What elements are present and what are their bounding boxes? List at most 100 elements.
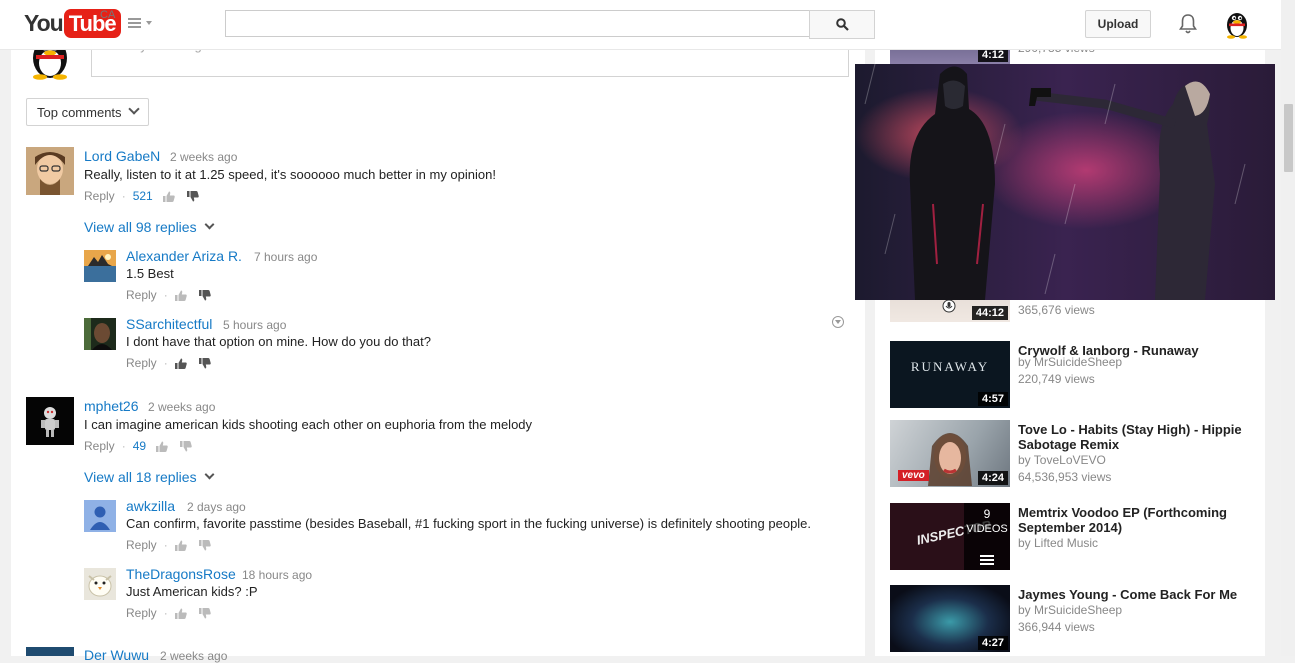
comment-time[interactable]: 18 hours ago bbox=[242, 568, 312, 582]
account-avatar-icon[interactable] bbox=[1224, 9, 1250, 39]
thumbs-down-icon[interactable] bbox=[198, 357, 211, 369]
video-views: 365,676 views bbox=[1018, 303, 1095, 317]
video-channel[interactable]: by ToveLoVEVO bbox=[1018, 453, 1106, 467]
comment-text: I can imagine american kids shooting eac… bbox=[84, 417, 533, 432]
comment-author[interactable]: SSarchitectful bbox=[126, 316, 212, 332]
chevron-down-icon bbox=[204, 219, 215, 229]
avatar[interactable] bbox=[84, 250, 116, 282]
video-thumbnail: 4:27 bbox=[890, 585, 1010, 652]
comment-author[interactable]: Alexander Ariza R. bbox=[126, 248, 242, 264]
comment-menu-icon[interactable] bbox=[832, 316, 844, 328]
thumbs-down-icon[interactable] bbox=[198, 607, 211, 619]
masthead: You Tube CA Upload bbox=[0, 0, 1281, 50]
video-duration: 44:12 bbox=[971, 306, 1008, 320]
avatar[interactable] bbox=[84, 568, 116, 600]
thumbs-up-icon[interactable] bbox=[174, 290, 187, 301]
logo-you-text: You bbox=[24, 10, 64, 36]
comment-text: I dont have that option on mine. How do … bbox=[126, 334, 431, 349]
thumbnail-text: RUNAWAY bbox=[910, 359, 990, 374]
reply-button[interactable]: Reply bbox=[84, 439, 115, 453]
view-all-replies-link[interactable]: View all 98 replies bbox=[84, 219, 215, 235]
comment-text: Just American kids? :P bbox=[126, 584, 258, 599]
view-all-replies-link[interactable]: View all 18 replies bbox=[84, 469, 215, 485]
video-views: 64,536,953 views bbox=[1018, 470, 1112, 484]
reply-button[interactable]: Reply bbox=[126, 538, 157, 552]
related-playlist-item[interactable]: INSPECTOR 9 VIDEOS Memtrix Voodoo EP (Fo… bbox=[890, 503, 1265, 573]
comment-author[interactable]: Der Wuwu bbox=[84, 647, 149, 663]
comment-text: 1.5 Best bbox=[126, 266, 174, 281]
mini-player-video[interactable] bbox=[855, 64, 1275, 300]
video-thumbnail: RUNAWAY 4:57 bbox=[890, 341, 1010, 408]
video-views: 220,749 views bbox=[1018, 372, 1095, 386]
like-count: 521 bbox=[132, 189, 153, 203]
comment-author[interactable]: awkzilla bbox=[126, 498, 175, 514]
video-title[interactable]: Jaymes Young - Come Back For Me bbox=[1018, 587, 1258, 602]
avatar[interactable] bbox=[84, 318, 116, 350]
video-views: 366,944 views bbox=[1018, 620, 1095, 634]
related-video-item[interactable]: 4:27 Jaymes Young - Come Back For Me by … bbox=[890, 585, 1265, 655]
avatar[interactable] bbox=[26, 397, 74, 445]
comment-time[interactable]: 7 hours ago bbox=[254, 250, 317, 264]
video-title[interactable]: Tove Lo - Habits (Stay High) - Hippie Sa… bbox=[1018, 422, 1258, 452]
comment-author[interactable]: TheDragonsRose bbox=[126, 566, 236, 582]
thumbs-up-icon[interactable] bbox=[174, 608, 187, 619]
reply-button[interactable]: Reply bbox=[126, 356, 157, 370]
comment-text: Can confirm, favorite passtime (besides … bbox=[126, 516, 812, 531]
related-video-item[interactable]: vevo 4:24 Tove Lo - Habits (Stay High) -… bbox=[890, 420, 1265, 490]
playlist-count: 9 bbox=[983, 507, 991, 521]
thumbs-down-icon[interactable] bbox=[198, 289, 211, 301]
page-scrollbar[interactable] bbox=[1281, 0, 1295, 656]
comment-text: Really, listen to it at 1.25 speed, it's… bbox=[84, 167, 496, 182]
thumbs-down-icon[interactable] bbox=[198, 539, 211, 551]
sort-label: Top comments bbox=[37, 104, 122, 120]
like-count: 49 bbox=[132, 439, 147, 453]
comment-time[interactable]: 5 hours ago bbox=[223, 318, 286, 332]
search-input[interactable] bbox=[225, 10, 809, 37]
view-replies-label: View all 98 replies bbox=[84, 219, 197, 235]
thumbs-up-icon[interactable] bbox=[174, 540, 187, 551]
comment-time[interactable]: 2 days ago bbox=[187, 500, 246, 514]
video-frame-image bbox=[855, 64, 1275, 300]
avatar[interactable] bbox=[84, 500, 116, 532]
microphone-icon bbox=[942, 299, 956, 313]
video-channel[interactable]: by MrSuicideSheep bbox=[1018, 603, 1122, 617]
avatar[interactable] bbox=[26, 647, 74, 656]
comment-time[interactable]: 2 weeks ago bbox=[170, 150, 237, 164]
reply-button[interactable]: Reply bbox=[84, 189, 115, 203]
notifications-bell-icon[interactable] bbox=[1178, 13, 1198, 35]
video-title[interactable]: Memtrix Voodoo EP (Forthcoming September… bbox=[1018, 505, 1258, 535]
scrollbar-thumb[interactable] bbox=[1284, 104, 1293, 172]
playlist-overlay: 9 VIDEOS bbox=[964, 503, 1010, 570]
chevron-down-icon bbox=[204, 469, 215, 479]
related-video-item[interactable]: RUNAWAY 4:57 Crywolf & Ianborg - Runaway… bbox=[890, 341, 1265, 411]
video-duration: 4:27 bbox=[977, 636, 1008, 650]
video-duration: 4:24 bbox=[977, 471, 1008, 485]
thumbs-up-icon[interactable] bbox=[156, 441, 168, 452]
comment-time[interactable]: 2 weeks ago bbox=[148, 400, 215, 414]
thumbs-up-icon[interactable] bbox=[174, 358, 187, 369]
comment-author[interactable]: mphet26 bbox=[84, 398, 138, 414]
comment-actions: Reply · bbox=[126, 288, 223, 302]
thumbs-down-icon[interactable] bbox=[186, 190, 199, 202]
video-channel[interactable]: by MrSuicideSheep bbox=[1018, 355, 1122, 369]
search-icon bbox=[835, 18, 849, 31]
sort-comments-dropdown[interactable]: Top comments bbox=[26, 98, 149, 126]
video-duration: 4:12 bbox=[977, 48, 1008, 62]
guide-menu-icon[interactable] bbox=[128, 16, 154, 32]
thumbs-down-icon[interactable] bbox=[180, 440, 192, 452]
upload-button[interactable]: Upload bbox=[1085, 10, 1151, 38]
comment-time[interactable]: 2 weeks ago bbox=[160, 649, 227, 663]
comment-actions: Reply · bbox=[126, 538, 223, 552]
avatar[interactable] bbox=[26, 147, 74, 195]
chevron-down-icon bbox=[127, 103, 140, 115]
reply-button[interactable]: Reply bbox=[126, 288, 157, 302]
reply-button[interactable]: Reply bbox=[126, 606, 157, 620]
comment-actions: Reply · bbox=[126, 606, 223, 620]
search-button[interactable] bbox=[809, 10, 875, 39]
video-channel[interactable]: by Lifted Music bbox=[1018, 536, 1098, 550]
video-thumbnail: vevo 4:24 bbox=[890, 420, 1010, 487]
thumbs-up-icon[interactable] bbox=[162, 191, 175, 202]
comment-author[interactable]: Lord GabeN bbox=[84, 148, 160, 164]
playlist-icon bbox=[980, 555, 994, 565]
comment-actions: Reply · bbox=[126, 356, 223, 370]
